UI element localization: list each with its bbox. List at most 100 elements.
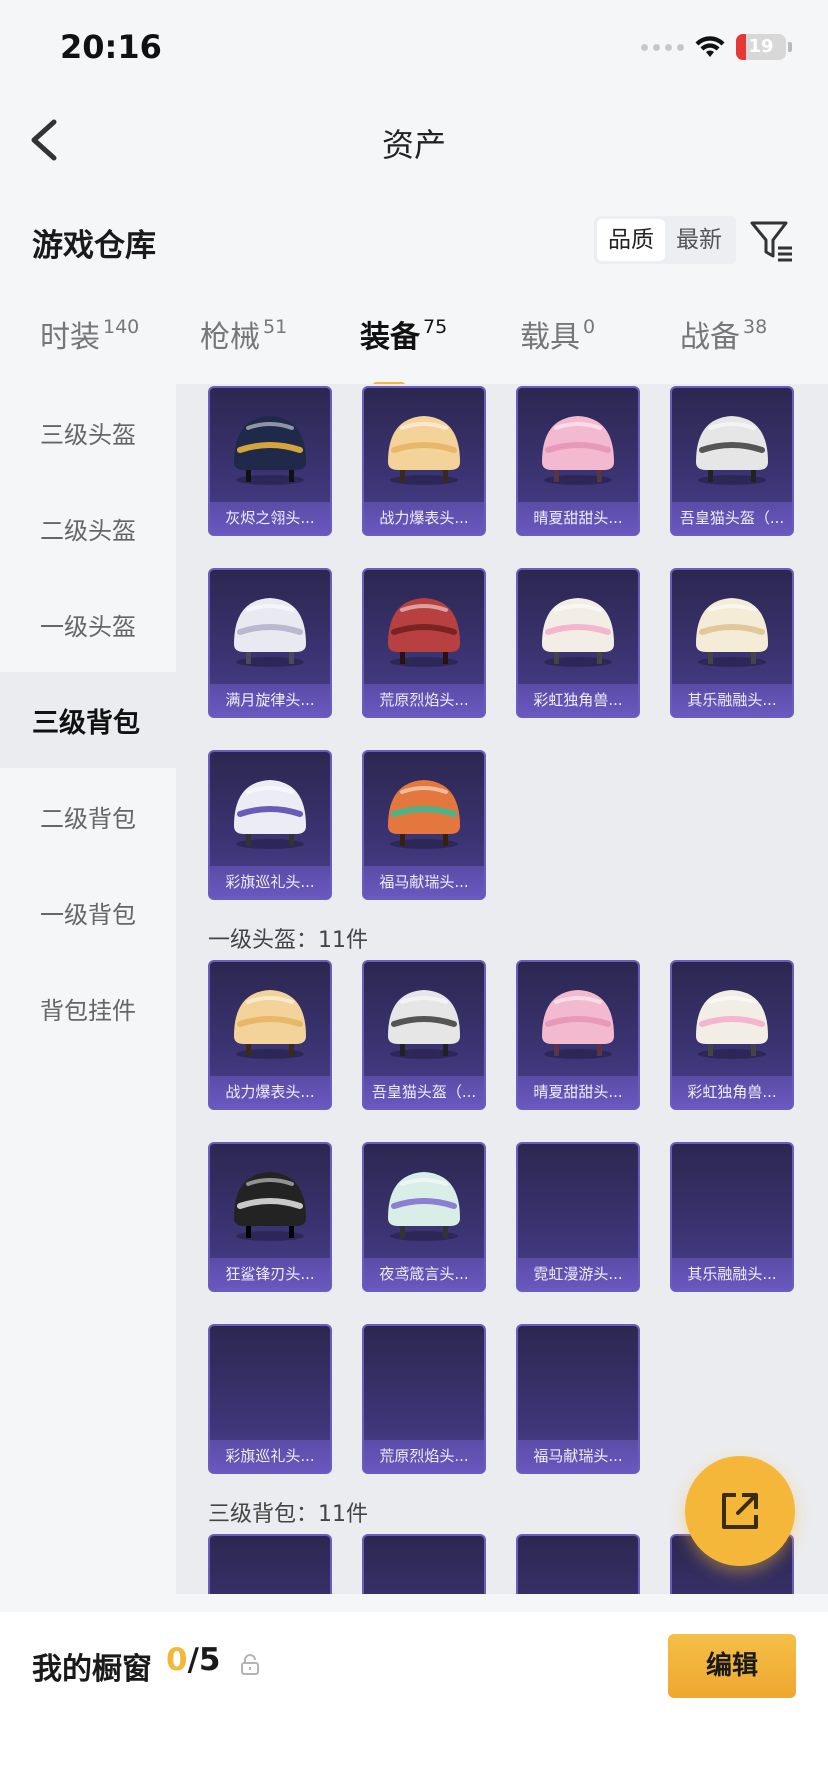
item-card[interactable]: 荒原烈焰头... xyxy=(362,1324,486,1474)
helmet-dark-gold-icon xyxy=(210,388,330,503)
battery-text: 19 xyxy=(748,36,774,57)
item-card[interactable]: 彩旗巡礼头... xyxy=(208,1324,332,1474)
tab-3[interactable]: 载具 0 xyxy=(520,312,595,356)
item-image-placeholder xyxy=(672,1144,792,1259)
item-card[interactable]: 彩虹独角兽... xyxy=(670,960,794,1110)
item-card[interactable]: 彩虹独角兽... xyxy=(516,568,640,718)
status-bar: 20:16 19 xyxy=(0,0,828,100)
item-name: 战力爆表头... xyxy=(364,502,484,534)
helmet-black-icon xyxy=(210,1144,330,1259)
sidebar-item[interactable]: 二级背包 xyxy=(0,768,176,864)
item-name: 战力爆表头... xyxy=(210,1076,330,1108)
item-card[interactable]: 灰烬之翎头... xyxy=(208,386,332,536)
sidebar: 三级头盔 二级头盔 一级头盔 三级背包 二级背包 一级背包 背包挂件 xyxy=(0,384,176,1594)
bottom-bar: 我的橱窗 0/5 编辑 xyxy=(0,1612,828,1792)
item-name: 彩旗巡礼头... xyxy=(210,1440,330,1472)
item-name: 吾皇猫头盔（... xyxy=(672,502,792,534)
sidebar-item[interactable]: 二级头盔 xyxy=(0,480,176,576)
tab-count: 0 xyxy=(583,316,596,338)
showcase-count: 0/5 xyxy=(166,1642,220,1678)
tab-4[interactable]: 战备 38 xyxy=(680,312,767,356)
tab-count: 51 xyxy=(263,316,288,338)
group-header: 一级头盔：11件 xyxy=(208,928,368,953)
item-card[interactable] xyxy=(516,1534,640,1594)
helmet-unicorn-icon xyxy=(672,962,792,1077)
helmet-ivory-icon xyxy=(672,570,792,685)
item-card[interactable]: 福马献瑞头... xyxy=(362,750,486,900)
helmet-cat-icon xyxy=(672,388,792,503)
sidebar-item[interactable]: 背包挂件 xyxy=(0,960,176,1056)
edit-button[interactable]: 编辑 xyxy=(668,1634,796,1698)
showcase-count-total: /5 xyxy=(187,1642,221,1678)
item-name: 霓虹漫游头... xyxy=(518,1258,638,1290)
showcase-label: 我的橱窗 xyxy=(32,1652,152,1687)
item-card[interactable] xyxy=(362,1534,486,1594)
tab-label: 战备 xyxy=(680,320,740,355)
item-card[interactable]: 吾皇猫头盔（... xyxy=(670,386,794,536)
sidebar-item[interactable]: 一级背包 xyxy=(0,864,176,960)
wifi-icon xyxy=(695,36,725,57)
item-card[interactable]: 晴夏甜甜头... xyxy=(516,960,640,1110)
tab-1[interactable]: 枪械 51 xyxy=(200,312,287,356)
tab-0[interactable]: 时装 140 xyxy=(40,312,139,356)
item-name: 福马献瑞头... xyxy=(364,866,484,898)
item-card[interactable]: 战力爆表头... xyxy=(208,960,332,1110)
tab-label: 载具 xyxy=(520,320,580,355)
item-name: 其乐融融头... xyxy=(672,1258,792,1290)
item-name: 夜鸢箴言头... xyxy=(364,1258,484,1290)
tab-label: 装备 xyxy=(360,320,420,355)
tab-count: 140 xyxy=(103,316,140,338)
item-image-placeholder xyxy=(518,1326,638,1441)
share-icon xyxy=(722,1493,758,1529)
item-name: 彩虹独角兽... xyxy=(518,684,638,716)
status-indicators: 19 xyxy=(641,34,792,60)
item-card[interactable]: 福马献瑞头... xyxy=(516,1324,640,1474)
showcase-count-current: 0 xyxy=(166,1642,188,1678)
sort-option[interactable]: 品质 xyxy=(597,219,665,261)
helmet-mint-icon xyxy=(364,1144,484,1259)
item-name: 晴夏甜甜头... xyxy=(518,502,638,534)
helmet-cream-icon xyxy=(210,962,330,1077)
lock-icon xyxy=(241,1654,259,1675)
item-card[interactable]: 满月旋律头... xyxy=(208,568,332,718)
section-header: 游戏仓库 品质 最新 xyxy=(0,200,828,280)
item-grid[interactable]: 灰烬之翎头... 战力爆表头... 晴夏甜甜头... 吾皇猫头盔（... 满月旋律头..… xyxy=(176,384,828,1594)
item-card[interactable]: 吾皇猫头盔（... xyxy=(362,960,486,1110)
item-card[interactable] xyxy=(208,1534,332,1594)
cellular-signal-icon xyxy=(641,43,684,51)
tab-2[interactable]: 装备 75 xyxy=(360,312,447,388)
sidebar-item[interactable]: 三级背包 xyxy=(0,672,176,768)
item-name: 彩虹独角兽... xyxy=(672,1076,792,1108)
filter-button[interactable] xyxy=(748,218,794,264)
sort-option[interactable]: 最新 xyxy=(665,219,733,261)
item-image-placeholder xyxy=(210,1326,330,1441)
page-title: 资产 xyxy=(381,126,446,164)
item-name: 彩旗巡礼头... xyxy=(210,866,330,898)
item-image-placeholder xyxy=(364,1536,484,1594)
group-header: 三级背包：11件 xyxy=(208,1502,368,1527)
item-card[interactable]: 晴夏甜甜头... xyxy=(516,386,640,536)
share-button[interactable] xyxy=(685,1456,795,1566)
item-card[interactable]: 霓虹漫游头... xyxy=(516,1142,640,1292)
item-card[interactable]: 战力爆表头... xyxy=(362,386,486,536)
item-image-placeholder xyxy=(210,1536,330,1594)
item-name: 灰烬之翎头... xyxy=(210,502,330,534)
sidebar-item[interactable]: 三级头盔 xyxy=(0,384,176,480)
item-card[interactable]: 荒原烈焰头... xyxy=(362,568,486,718)
item-card[interactable]: 其乐融融头... xyxy=(670,568,794,718)
filter-icon xyxy=(750,221,792,262)
helmet-orange-icon xyxy=(364,752,484,867)
item-card[interactable]: 狂鲨锋刃头... xyxy=(208,1142,332,1292)
sidebar-item[interactable]: 一级头盔 xyxy=(0,576,176,672)
item-card[interactable]: 其乐融融头... xyxy=(670,1142,794,1292)
item-image-placeholder xyxy=(518,1144,638,1259)
item-card[interactable]: 彩旗巡礼头... xyxy=(208,750,332,900)
item-name: 晴夏甜甜头... xyxy=(518,1076,638,1108)
tab-count: 38 xyxy=(743,316,768,338)
section-title: 游戏仓库 xyxy=(32,228,156,264)
nav-bar: 资产 xyxy=(0,100,828,180)
helmet-pink-icon xyxy=(518,388,638,503)
tab-label: 时装 xyxy=(40,320,100,355)
item-card[interactable]: 夜鸢箴言头... xyxy=(362,1142,486,1292)
helmet-unicorn-icon xyxy=(518,570,638,685)
